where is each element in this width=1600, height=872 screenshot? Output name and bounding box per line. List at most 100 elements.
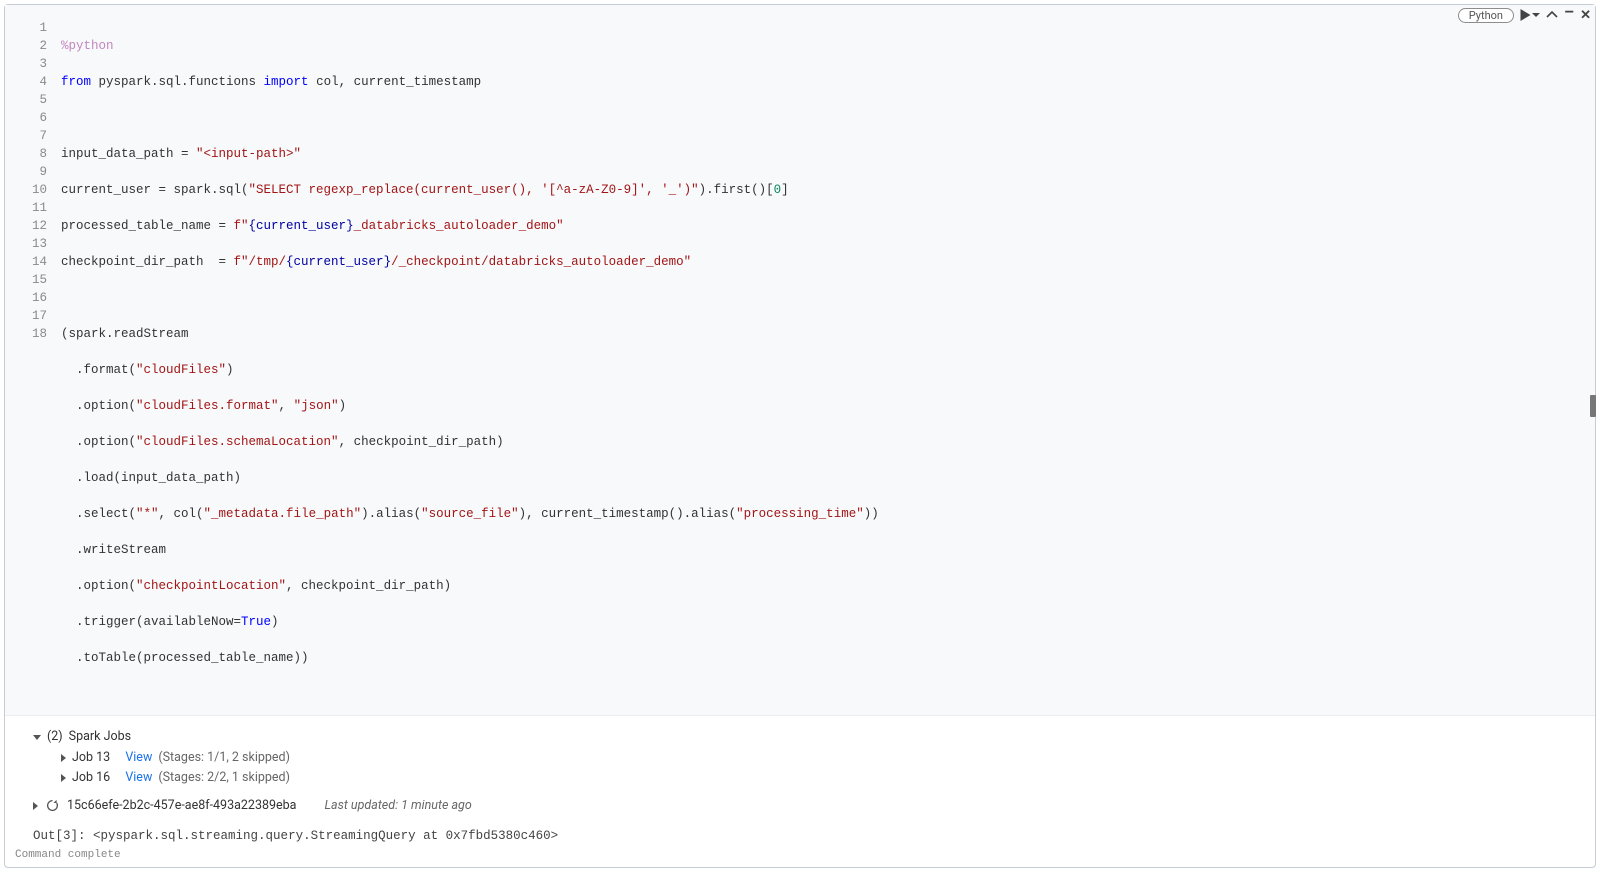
line-number: 18 bbox=[5, 325, 47, 343]
query-id[interactable]: 15c66efe-2b2c-457e-ae8f-493a22389eba bbox=[67, 798, 296, 813]
run-button[interactable] bbox=[1520, 9, 1540, 21]
line-number: 9 bbox=[5, 163, 47, 181]
code-token: ) bbox=[271, 615, 279, 629]
line-number: 14 bbox=[5, 253, 47, 271]
last-updated: Last updated: 1 minute ago bbox=[324, 798, 471, 813]
line-number: 15 bbox=[5, 271, 47, 289]
spark-jobs-label[interactable]: Spark Jobs bbox=[69, 726, 131, 748]
code-token: (spark.readStream bbox=[61, 327, 189, 341]
line-number: 7 bbox=[5, 127, 47, 145]
code-token: {current_user} bbox=[249, 219, 354, 233]
job-row: Job 13 View (Stages: 1/1, 2 skipped) bbox=[33, 748, 1573, 768]
code-token: /_checkpoint/databricks_autoloader_demo" bbox=[391, 255, 691, 269]
code-token: True bbox=[241, 615, 271, 629]
job-stages: (Stages: 2/2, 1 skipped) bbox=[158, 768, 290, 788]
code-token: .format( bbox=[61, 363, 136, 377]
code-token: , checkpoint_dir_path) bbox=[339, 435, 504, 449]
caret-right-icon[interactable] bbox=[33, 802, 38, 810]
refresh-icon[interactable] bbox=[46, 799, 59, 812]
notebook-cell: Python – ✕ 123456789101112131415161718 %… bbox=[4, 4, 1596, 868]
code-token: input_data_path = bbox=[61, 147, 196, 161]
out-value: <pyspark.sql.streaming.query.StreamingQu… bbox=[93, 829, 558, 843]
code-token: current_user = spark.sql( bbox=[61, 183, 249, 197]
code-token: , checkpoint_dir_path) bbox=[286, 579, 451, 593]
code-token: ] bbox=[781, 183, 789, 197]
code-token: .option( bbox=[61, 399, 136, 413]
code-token: .option( bbox=[61, 579, 136, 593]
line-number: 2 bbox=[5, 37, 47, 55]
line-number: 5 bbox=[5, 91, 47, 109]
close-button[interactable]: ✕ bbox=[1580, 9, 1591, 22]
code-token: .option( bbox=[61, 435, 136, 449]
job-stages: (Stages: 1/1, 2 skipped) bbox=[158, 748, 290, 768]
spark-jobs-count: (2) bbox=[47, 726, 63, 748]
code-token: , bbox=[279, 399, 294, 413]
code-token: .trigger(availableNow= bbox=[61, 615, 241, 629]
line-gutter: 123456789101112131415161718 bbox=[5, 19, 61, 703]
line-number: 10 bbox=[5, 181, 47, 199]
cell-toolbar: Python – ✕ bbox=[1458, 7, 1591, 23]
code-token: ) bbox=[226, 363, 234, 377]
code-token: "<input-path>" bbox=[196, 147, 301, 161]
code-token: %python bbox=[61, 39, 114, 53]
code-token: {current_user} bbox=[286, 255, 391, 269]
code-token: "source_file" bbox=[421, 507, 519, 521]
code-token: _databricks_autoloader_demo" bbox=[354, 219, 564, 233]
code-token: ).first()[ bbox=[699, 183, 774, 197]
code-token: )) bbox=[864, 507, 879, 521]
job-row: Job 16 View (Stages: 2/2, 1 skipped) bbox=[33, 768, 1573, 788]
code-content[interactable]: %python from pyspark.sql.functions impor… bbox=[61, 19, 1595, 703]
code-token: "cloudFiles" bbox=[136, 363, 226, 377]
caret-down-icon[interactable] bbox=[33, 735, 41, 740]
job-view-link[interactable]: View bbox=[125, 768, 152, 788]
job-name: Job 13 bbox=[72, 748, 110, 768]
job-name: Job 16 bbox=[72, 768, 110, 788]
line-number: 16 bbox=[5, 289, 47, 307]
code-token: "processing_time" bbox=[736, 507, 864, 521]
code-token: col, current_timestamp bbox=[309, 75, 482, 89]
code-token: "checkpointLocation" bbox=[136, 579, 286, 593]
code-token: "cloudFiles.format" bbox=[136, 399, 279, 413]
code-token: from bbox=[61, 75, 91, 89]
minimap-handle[interactable] bbox=[1590, 395, 1596, 417]
code-token: .writeStream bbox=[61, 543, 166, 557]
code-token: .load(input_data_path) bbox=[61, 471, 241, 485]
code-token: "json" bbox=[294, 399, 339, 413]
line-number: 13 bbox=[5, 235, 47, 253]
job-view-link[interactable]: View bbox=[125, 748, 152, 768]
code-token: processed_table_name = bbox=[61, 219, 234, 233]
code-token: ), current_timestamp().alias( bbox=[519, 507, 737, 521]
status-text: Command complete bbox=[5, 849, 1595, 867]
code-token: "*" bbox=[136, 507, 159, 521]
line-number: 11 bbox=[5, 199, 47, 217]
code-token: "SELECT regexp_replace(current_user(), '… bbox=[249, 183, 699, 197]
code-token: .toTable(processed_table_name)) bbox=[61, 651, 309, 665]
line-number: 6 bbox=[5, 109, 47, 127]
line-number: 1 bbox=[5, 19, 47, 37]
line-number: 3 bbox=[5, 55, 47, 73]
code-token: f"/tmp/ bbox=[234, 255, 287, 269]
code-token: checkpoint_dir_path = bbox=[61, 255, 234, 269]
caret-right-icon[interactable] bbox=[61, 754, 66, 762]
line-number: 8 bbox=[5, 145, 47, 163]
code-token: .select( bbox=[61, 507, 136, 521]
code-token: "cloudFiles.schemaLocation" bbox=[136, 435, 339, 449]
line-number: 17 bbox=[5, 307, 47, 325]
code-token: ).alias( bbox=[361, 507, 421, 521]
code-token: "_metadata.file_path" bbox=[204, 507, 362, 521]
line-number: 12 bbox=[5, 217, 47, 235]
output-area: (2) Spark Jobs Job 13 View (Stages: 1/1,… bbox=[5, 716, 1595, 849]
code-token: pyspark.sql.functions bbox=[91, 75, 264, 89]
caret-right-icon[interactable] bbox=[61, 774, 66, 782]
language-pill[interactable]: Python bbox=[1458, 8, 1514, 23]
code-token: import bbox=[264, 75, 309, 89]
code-token: , col( bbox=[159, 507, 204, 521]
out-label: Out[3]: bbox=[33, 829, 86, 843]
code-editor[interactable]: 123456789101112131415161718 %python from… bbox=[5, 5, 1595, 716]
code-token: 0 bbox=[774, 183, 782, 197]
line-number: 4 bbox=[5, 73, 47, 91]
code-token: ) bbox=[339, 399, 347, 413]
minimize-button[interactable]: – bbox=[1564, 4, 1574, 20]
collapse-button[interactable] bbox=[1546, 9, 1558, 21]
code-token: f" bbox=[234, 219, 249, 233]
